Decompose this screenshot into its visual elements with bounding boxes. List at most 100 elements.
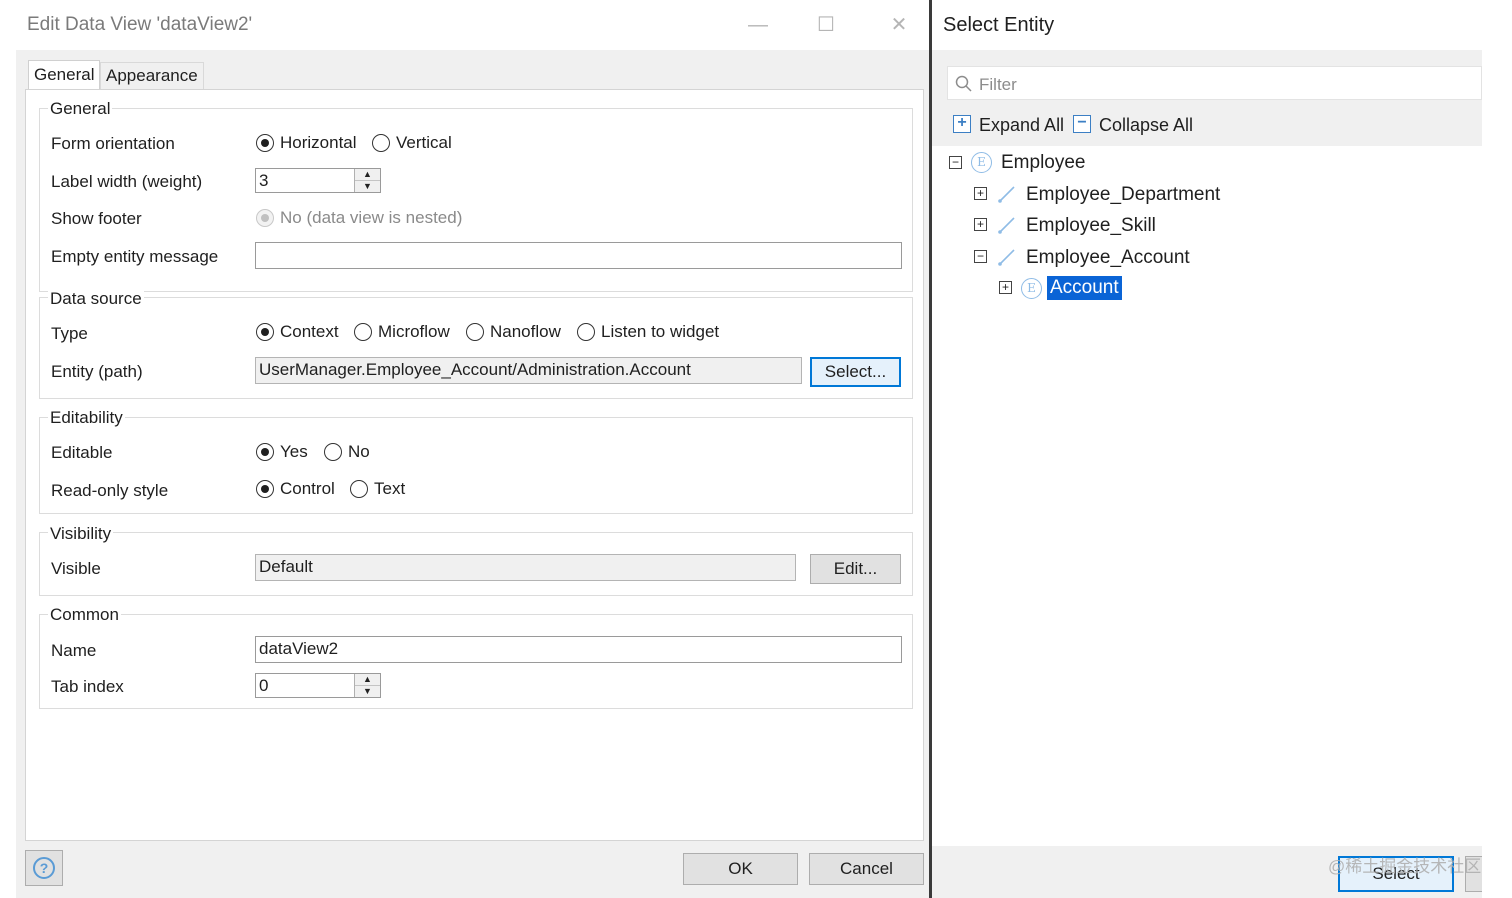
tree-node-employee-skill[interactable]: Employee_Skill [1026, 215, 1156, 237]
empty-entity-message-label: Empty entity message [51, 247, 219, 266]
radio-show-footer-no: No (data view is nested) [256, 208, 462, 228]
radio-horizontal-label: Horizontal [280, 133, 357, 152]
tree-node-employee-department[interactable]: Employee_Department [1026, 184, 1220, 206]
entity-path-field: UserManager.Employee_Account/Administrat… [255, 357, 802, 384]
help-button[interactable]: ? [25, 850, 63, 886]
tree-node-account[interactable]: Account [1047, 276, 1122, 300]
radio-context-label: Context [280, 322, 339, 341]
entity-icon: E [971, 152, 992, 173]
dialog-title: Edit Data View 'dataView2' [27, 14, 253, 35]
spin-down-icon[interactable]: ▼ [355, 181, 380, 192]
radio-dot-icon [256, 480, 274, 498]
group-title-editability: Editability [48, 408, 125, 428]
watermark: @稀土掘金技术社区 [1328, 857, 1482, 876]
expand-toggle-icon[interactable]: + [999, 281, 1012, 294]
close-icon[interactable]: ✕ [882, 10, 916, 40]
radio-text[interactable]: Text [350, 479, 405, 499]
select-entity-button[interactable]: Select... [810, 357, 901, 387]
radio-dot-icon [350, 480, 368, 498]
expand-all-button[interactable]: Expand All [979, 115, 1064, 136]
select-entity-title: Select Entity [943, 14, 1055, 36]
group-title-common: Common [48, 605, 121, 625]
collapse-all-button[interactable]: Collapse All [1099, 115, 1193, 136]
group-editability [39, 417, 913, 514]
maximize-icon[interactable]: ☐ [809, 10, 843, 40]
visible-label: Visible [51, 559, 101, 578]
association-icon [998, 249, 1015, 266]
spin-up-icon[interactable]: ▲ [355, 674, 380, 686]
radio-microflow-label: Microflow [378, 322, 450, 341]
visible-edit-button[interactable]: Edit... [810, 554, 901, 584]
visible-field: Default [255, 554, 796, 581]
radio-dot-icon [354, 323, 372, 341]
radio-no[interactable]: No [324, 442, 370, 462]
cancel-button[interactable]: Cancel [809, 853, 924, 885]
show-footer-label: Show footer [51, 209, 142, 228]
name-input[interactable]: dataView2 [255, 636, 902, 663]
filter-placeholder: Filter [979, 75, 1017, 94]
radio-dot-icon [256, 443, 274, 461]
radio-dot-icon [256, 209, 274, 227]
read-only-style-label: Read-only style [51, 481, 169, 500]
entity-tree [941, 146, 1482, 846]
radio-horizontal[interactable]: Horizontal [256, 133, 357, 153]
radio-dot-icon [324, 443, 342, 461]
radio-listen-to-widget[interactable]: Listen to widget [577, 322, 719, 342]
form-orientation-label: Form orientation [51, 134, 175, 153]
entity-path-label: Entity (path) [51, 362, 143, 381]
radio-yes[interactable]: Yes [256, 442, 308, 462]
type-label: Type [51, 324, 88, 343]
label-width-value: 3 [259, 171, 269, 190]
group-title-general: General [48, 99, 113, 119]
search-icon [955, 75, 972, 92]
spin-up-icon[interactable]: ▲ [355, 169, 380, 181]
radio-control-label: Control [280, 479, 335, 498]
empty-entity-message-input[interactable] [255, 242, 902, 269]
tree-node-employee-account[interactable]: Employee_Account [1026, 247, 1190, 269]
radio-nanoflow-label: Nanoflow [490, 322, 561, 341]
association-icon [998, 186, 1015, 203]
tab-general[interactable]: General [28, 60, 101, 91]
label-width-spinner[interactable]: 3 ▲ ▼ [255, 168, 381, 193]
editable-label: Editable [51, 443, 113, 462]
collapse-all-icon[interactable]: − [1073, 115, 1091, 133]
tree-node-employee[interactable]: Employee [1001, 152, 1086, 174]
radio-dot-icon [577, 323, 595, 341]
radio-no-label: No [348, 442, 370, 461]
radio-vertical-label: Vertical [396, 133, 452, 152]
radio-context[interactable]: Context [256, 322, 339, 342]
collapse-toggle-icon[interactable]: − [949, 156, 962, 169]
radio-listen-label: Listen to widget [601, 322, 720, 341]
minimize-icon[interactable]: — [741, 10, 775, 40]
radio-dot-icon [466, 323, 484, 341]
spinner-buttons: ▲ ▼ [354, 674, 380, 697]
expand-toggle-icon[interactable]: + [974, 218, 987, 231]
radio-microflow[interactable]: Microflow [354, 322, 450, 342]
radio-yes-label: Yes [280, 442, 308, 461]
filter-input[interactable] [947, 66, 1482, 100]
spinner-buttons: ▲ ▼ [354, 169, 380, 192]
collapse-toggle-icon[interactable]: − [974, 250, 987, 263]
radio-text-label: Text [374, 479, 406, 498]
group-title-data-source: Data source [48, 289, 144, 309]
name-label: Name [51, 641, 97, 660]
label-width-label: Label width (weight) [51, 172, 203, 191]
ok-button[interactable]: OK [683, 853, 798, 885]
tab-appearance[interactable]: Appearance [100, 62, 204, 89]
tab-index-label: Tab index [51, 677, 124, 696]
group-title-visibility: Visibility [48, 524, 114, 544]
expand-all-icon[interactable]: + [953, 115, 971, 133]
entity-icon: E [1021, 278, 1042, 299]
show-footer-option: No (data view is nested) [280, 208, 463, 227]
association-icon [998, 217, 1015, 234]
radio-vertical[interactable]: Vertical [372, 133, 452, 153]
question-icon: ? [33, 857, 55, 879]
tab-index-spinner[interactable]: 0 ▲ ▼ [255, 673, 381, 698]
spin-down-icon[interactable]: ▼ [355, 686, 380, 697]
radio-control[interactable]: Control [256, 479, 335, 499]
radio-dot-icon [256, 323, 274, 341]
expand-toggle-icon[interactable]: + [974, 187, 987, 200]
tab-index-value: 0 [259, 676, 269, 695]
radio-nanoflow[interactable]: Nanoflow [466, 322, 561, 342]
radio-dot-icon [372, 134, 390, 152]
